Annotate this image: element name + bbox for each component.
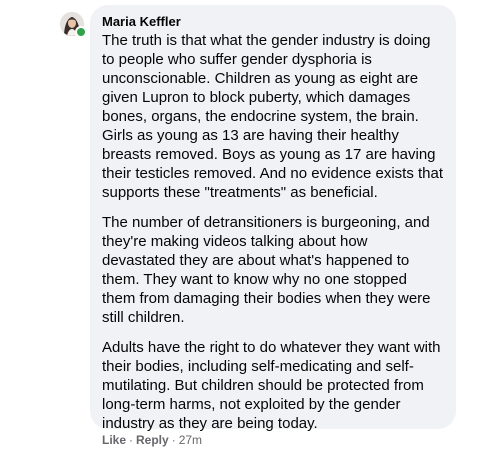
comment-paragraph-2: The number of detransitioners is burgeon… bbox=[102, 214, 431, 326]
comment-author-name[interactable]: Maria Keffler bbox=[102, 14, 444, 29]
comment-timestamp[interactable]: 27m bbox=[179, 433, 202, 447]
author-avatar-container[interactable] bbox=[60, 12, 87, 38]
comment-paragraph-1: The truth is that what the gender indust… bbox=[102, 32, 444, 201]
comment-paragraph-3: Adults have the right to do whatever the… bbox=[102, 339, 441, 432]
comment-bubble: Maria Keffler The truth is that what the… bbox=[90, 5, 456, 432]
online-status-dot bbox=[75, 26, 87, 38]
comment-actions: Like · Reply · 27m bbox=[102, 433, 202, 447]
reply-button[interactable]: Reply bbox=[136, 433, 169, 447]
action-separator: · bbox=[171, 433, 176, 447]
action-separator: · bbox=[129, 433, 134, 447]
like-button[interactable]: Like bbox=[102, 433, 126, 447]
